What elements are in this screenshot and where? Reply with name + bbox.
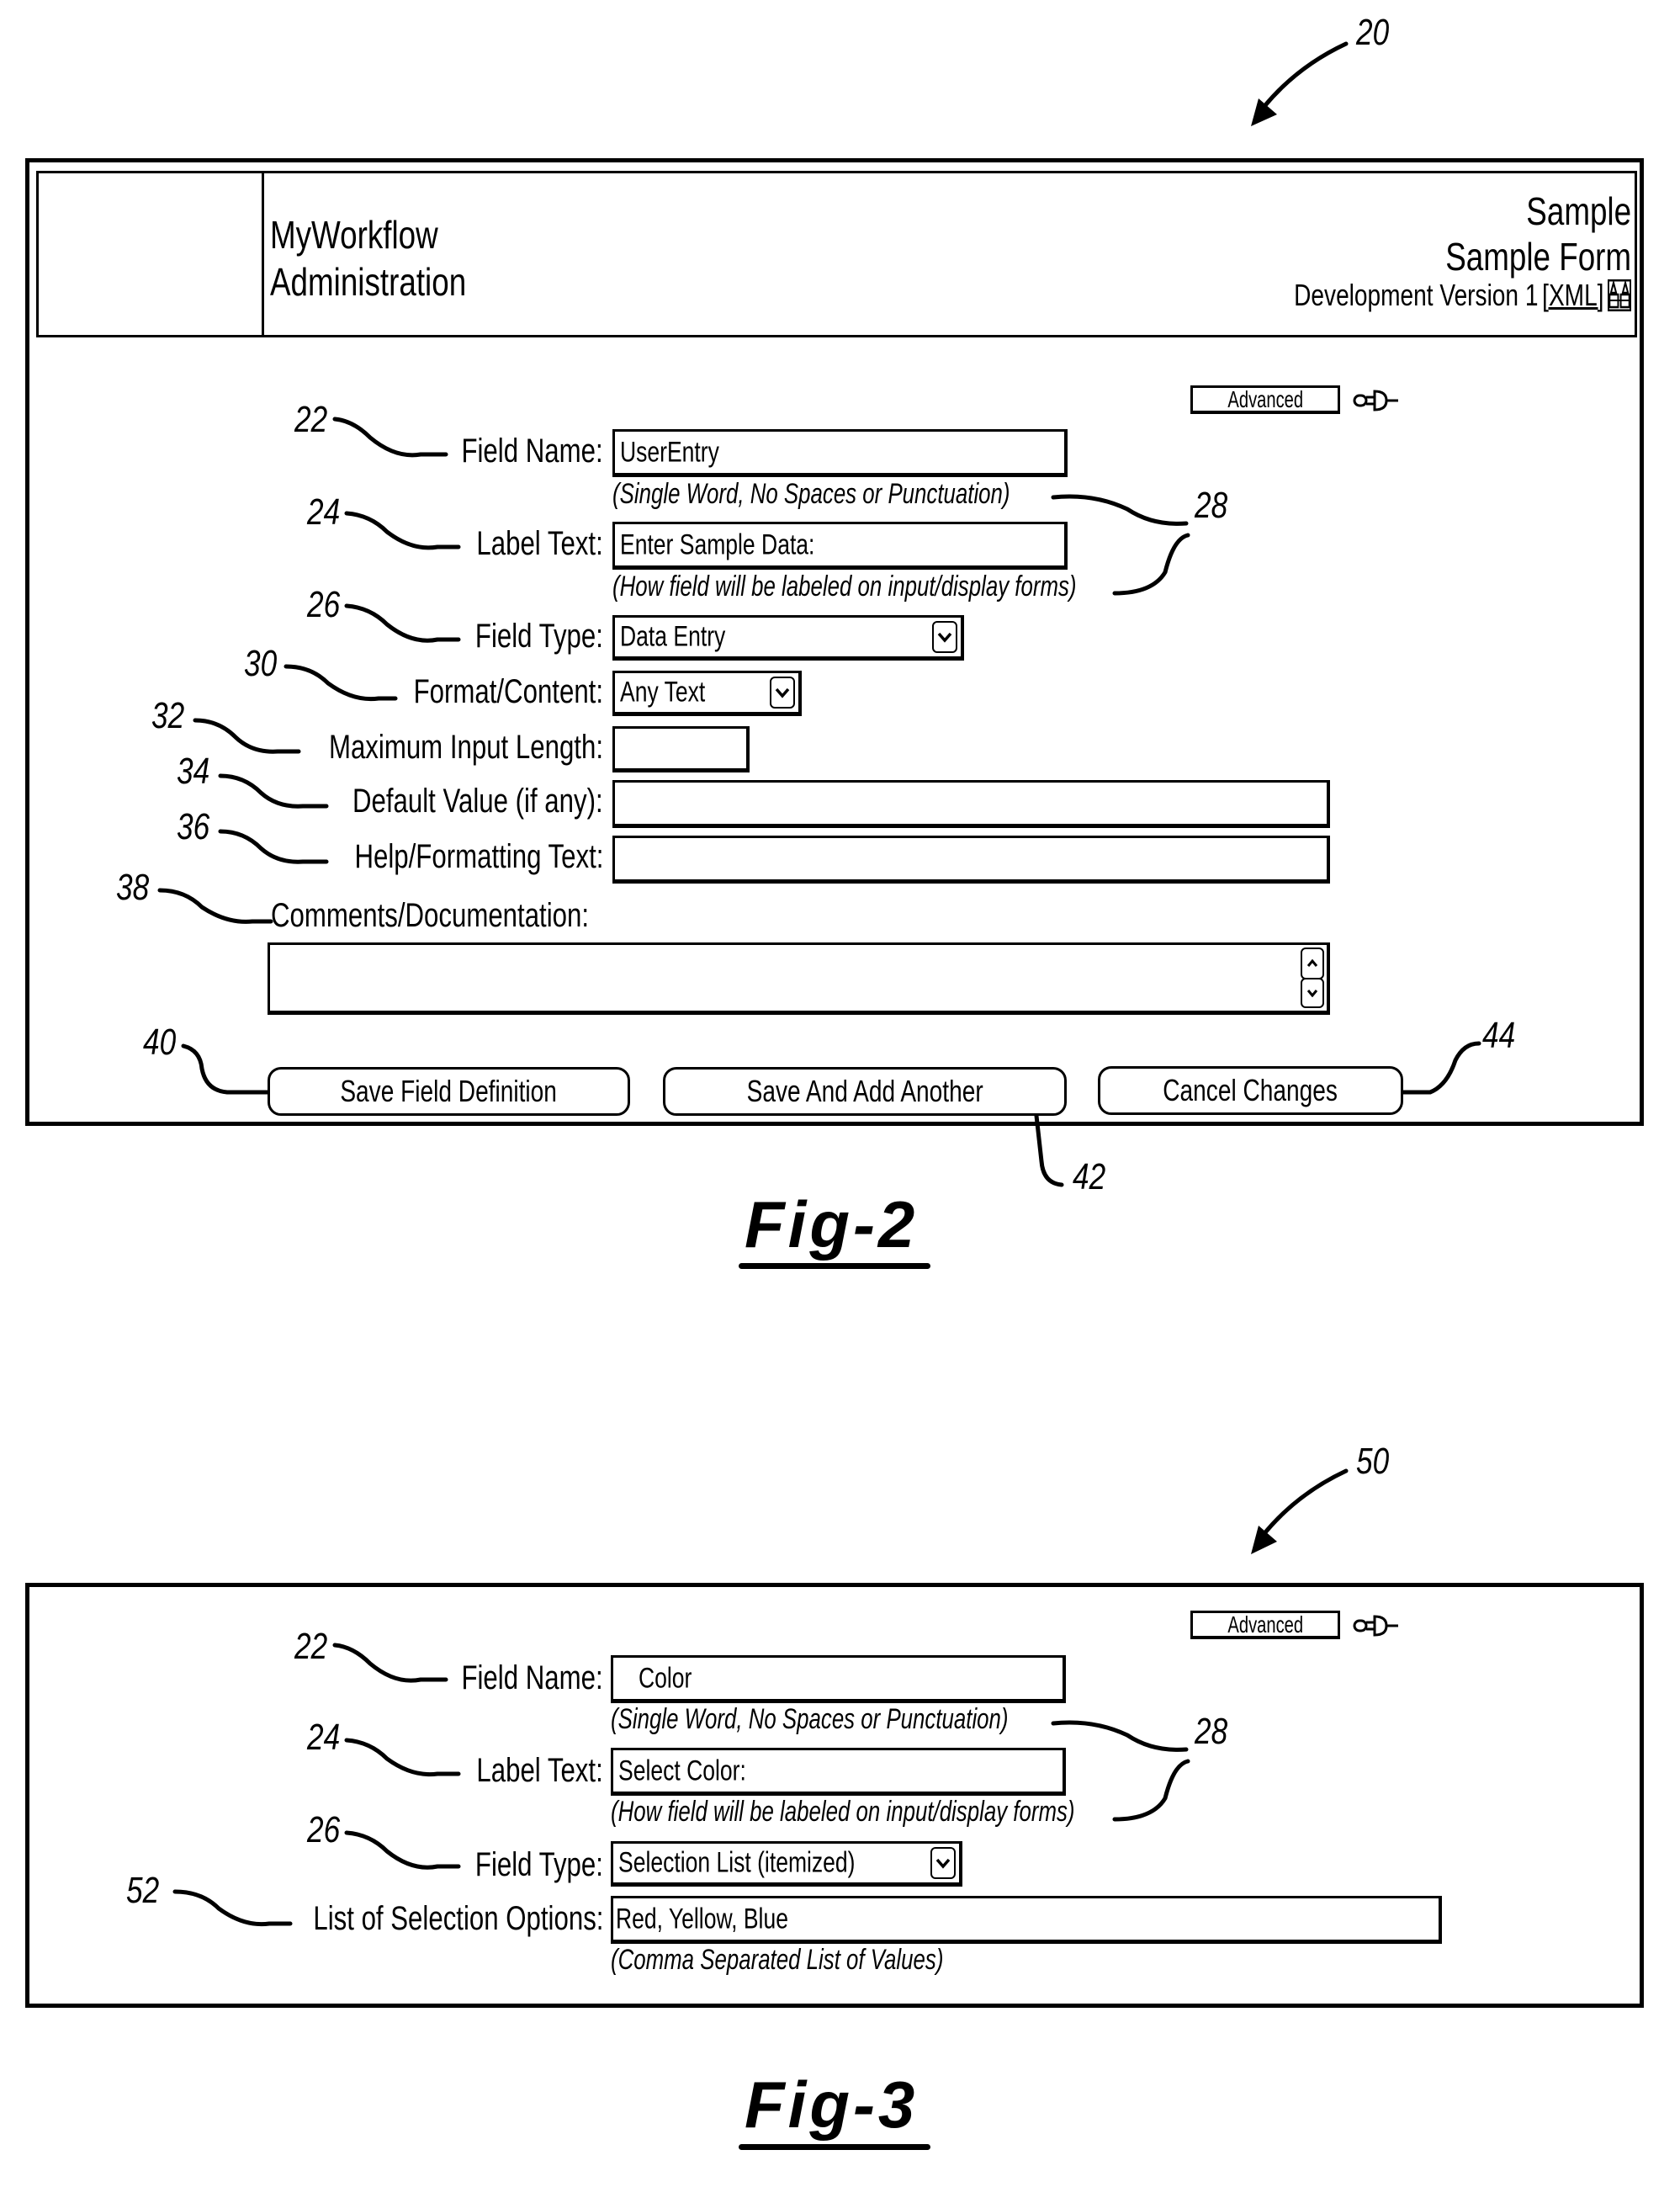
ref-numeral-36: 36 <box>177 806 210 847</box>
default-value-input[interactable] <box>612 780 1330 828</box>
field-name-input[interactable]: UserEntry <box>612 429 1068 477</box>
comments-textarea[interactable] <box>268 942 1330 1015</box>
figure-caption-3: Fig-3 <box>745 2068 919 2142</box>
xml-link[interactable]: [XML] <box>1542 278 1603 313</box>
selection-options-input[interactable]: Red, Yellow, Blue <box>611 1896 1442 1944</box>
ref-numeral-50: 50 <box>1356 1441 1390 1482</box>
label-text-hint: (How field will be labeled on input/disp… <box>611 1796 1075 1828</box>
chevron-down-icon[interactable] <box>932 621 957 653</box>
label-text-input[interactable]: Enter Sample Data: <box>612 522 1068 570</box>
app-title: MyWorkflow Administration <box>270 211 515 305</box>
advanced-button[interactable]: Advanced <box>1190 1611 1340 1639</box>
max-length-input[interactable] <box>612 726 750 772</box>
arrow-50 <box>1259 1468 1349 1539</box>
pushpin-icon[interactable] <box>1353 1614 1400 1642</box>
binoculars-icon[interactable] <box>1607 279 1632 312</box>
arrow-20 <box>1259 41 1349 112</box>
field-name-hint: (Single Word, No Spaces or Punctuation) <box>611 1703 1009 1735</box>
field-type-label: Field Type: <box>474 1846 603 1883</box>
figure-caption-2: Fig-2 <box>745 1187 919 1261</box>
version-row: Development Version 1 [XML] <box>1293 278 1632 313</box>
field-name-label: Field Name: <box>461 1659 603 1696</box>
scroll-up-button[interactable] <box>1301 948 1324 979</box>
version-text: Development Version 1 <box>1293 278 1539 312</box>
chevron-down-icon[interactable] <box>770 677 795 709</box>
ref-numeral-42: 42 <box>1073 1156 1106 1197</box>
help-text-label: Help/Formatting Text: <box>354 838 603 875</box>
chevron-up-icon <box>1306 959 1318 967</box>
label-text-label: Label Text: <box>476 1752 603 1789</box>
caption-underline <box>739 2144 930 2150</box>
project-name: Sample <box>1526 189 1631 233</box>
arrowhead-20 <box>1251 98 1277 126</box>
ref-numeral-22: 22 <box>294 399 328 440</box>
save-field-definition-button[interactable]: Save Field Definition <box>268 1067 630 1116</box>
ref-numeral-52: 52 <box>126 1870 160 1911</box>
max-length-label: Maximum Input Length: <box>328 729 603 766</box>
scroll-down-button[interactable] <box>1301 978 1324 1008</box>
ref-numeral-20: 20 <box>1356 12 1390 53</box>
ref-numeral-24: 24 <box>307 1717 341 1758</box>
chevron-down-icon <box>1306 990 1318 997</box>
chevron-down-icon[interactable] <box>930 1847 956 1879</box>
field-name-label: Field Name: <box>461 433 603 470</box>
field-type-label: Field Type: <box>474 618 603 655</box>
app-title-line1: MyWorkflow <box>270 213 438 257</box>
form-title: Sample Sample Form <box>1399 188 1631 279</box>
ref-numeral-30: 30 <box>244 643 278 684</box>
field-type-select[interactable]: Selection List (itemized) <box>611 1841 962 1887</box>
label-text-hint: (How field will be labeled on input/disp… <box>612 571 1077 603</box>
ref-numeral-24: 24 <box>307 491 341 533</box>
cancel-changes-button[interactable]: Cancel Changes <box>1098 1066 1403 1115</box>
app-title-line2: Administration <box>270 260 467 304</box>
field-type-select[interactable]: Data Entry <box>612 615 964 661</box>
save-and-add-another-button[interactable]: Save And Add Another <box>663 1067 1067 1116</box>
arrowhead-50 <box>1251 1526 1277 1554</box>
pushpin-icon[interactable] <box>1353 389 1400 417</box>
ref-numeral-34: 34 <box>177 751 210 792</box>
leader-42 <box>1034 1113 1064 1187</box>
app-header: MyWorkflow Administration Sample Sample … <box>36 171 1637 337</box>
logo-cell <box>39 173 264 335</box>
format-content-select[interactable]: Any Text <box>612 671 802 716</box>
ref-numeral-40: 40 <box>143 1022 177 1063</box>
ref-numeral-28: 28 <box>1195 1711 1228 1752</box>
default-value-label: Default Value (if any): <box>352 783 603 820</box>
ref-numeral-22: 22 <box>294 1626 328 1667</box>
field-name-input[interactable]: Color <box>611 1655 1066 1703</box>
ref-numeral-32: 32 <box>151 695 185 736</box>
ref-numeral-38: 38 <box>116 867 150 908</box>
selection-options-hint: (Comma Separated List of Values) <box>611 1944 944 1976</box>
selection-options-label: List of Selection Options: <box>312 1900 603 1937</box>
comments-label: Comments/Documentation: <box>271 897 590 934</box>
label-text-input[interactable]: Select Color: <box>611 1748 1066 1796</box>
ref-numeral-26: 26 <box>307 1809 341 1850</box>
field-name-hint: (Single Word, No Spaces or Punctuation) <box>612 478 1010 510</box>
label-text-label: Label Text: <box>476 525 603 562</box>
form-name: Sample Form <box>1445 235 1631 279</box>
ref-numeral-28: 28 <box>1195 485 1228 526</box>
ref-numeral-26: 26 <box>307 584 341 625</box>
advanced-button[interactable]: Advanced <box>1190 385 1340 414</box>
ref-numeral-44: 44 <box>1482 1015 1516 1056</box>
format-content-label: Format/Content: <box>413 673 603 710</box>
caption-underline <box>739 1263 930 1269</box>
help-text-input[interactable] <box>612 836 1330 884</box>
